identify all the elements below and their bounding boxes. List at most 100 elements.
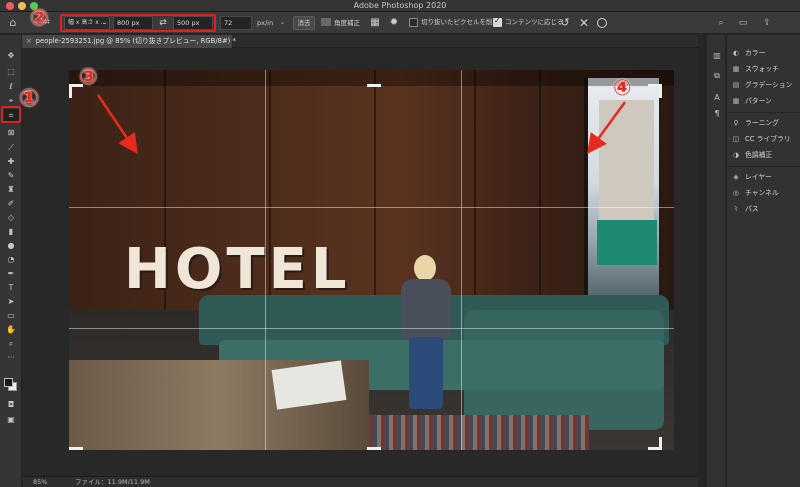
panel-item-label: チャンネル xyxy=(745,189,779,197)
color-palette-icon: ◐ xyxy=(733,49,739,57)
pattern-icon: ▦ xyxy=(732,97,740,105)
annotation-number-3: ③ xyxy=(79,65,98,90)
green-storefront xyxy=(597,220,657,265)
panel-item-patterns[interactable]: ▦ パターン xyxy=(731,95,772,108)
history-brush-tool-icon[interactable]: ✐ xyxy=(2,197,20,210)
status-bar: 85% ファイル：11.9M/11.9M xyxy=(23,476,698,487)
crop-grid-line xyxy=(69,207,674,208)
panel-item-layers[interactable]: ◈ レイヤー xyxy=(731,171,772,184)
channels-icon: ◎ xyxy=(733,189,739,197)
clone-stamp-tool-icon[interactable]: ♜ xyxy=(2,183,20,196)
type-tool-icon[interactable]: T xyxy=(2,281,20,294)
swatches-icon: ▦ xyxy=(732,65,740,73)
wall-panel-line xyxy=(539,70,541,310)
foreground-color-swatch[interactable] xyxy=(4,378,13,387)
character-panel-icon[interactable]: A xyxy=(710,91,724,104)
marquee-tool-icon[interactable]: ⬚ xyxy=(2,65,20,78)
building-outside xyxy=(599,100,654,220)
document-tab-label: people-2593251.jpg @ 85% (切り抜きプレビュー, RGB… xyxy=(35,37,236,45)
straighten-button[interactable]: 角度補正 xyxy=(321,16,361,30)
panel-item-gradients[interactable]: ▤ グラデーション xyxy=(731,79,793,92)
lasso-tool-icon[interactable]: ℓ xyxy=(2,80,20,93)
annotation-number-4: ④ xyxy=(613,76,632,101)
zoom-level[interactable]: 85% xyxy=(33,477,47,487)
workspace-icon[interactable]: ▭ xyxy=(736,15,750,31)
crop-handle-top-left-v[interactable] xyxy=(69,84,72,98)
quick-mask-icon[interactable]: ◘ xyxy=(2,398,20,411)
crop-handle-bottom[interactable] xyxy=(367,447,381,450)
brush-tool-icon[interactable]: ✎ xyxy=(2,169,20,182)
history-panel-icon[interactable]: ▥ xyxy=(710,49,724,62)
crop-handle-bottom-right-v[interactable] xyxy=(659,437,662,450)
paragraph-panel-icon[interactable]: ¶ xyxy=(710,107,724,120)
document-tab-bar: × people-2593251.jpg @ 85% (切り抜きプレビュー, RG… xyxy=(22,35,698,48)
crop-handle-bottom-left[interactable] xyxy=(69,447,83,450)
resolution-unit-select[interactable]: px/in ⌄ xyxy=(255,16,287,30)
overlay-grid-icon[interactable]: ▦ xyxy=(368,16,382,30)
screen-mode-icon[interactable]: ▣ xyxy=(2,413,20,426)
adjustments-icon: ◑ xyxy=(733,151,739,159)
properties-panel-icon[interactable]: ⧉ xyxy=(710,69,724,82)
annotation-number-1: ① xyxy=(19,84,40,112)
content-aware-checkbox[interactable] xyxy=(493,16,502,27)
app-title: Adobe Photoshop 2020 xyxy=(353,1,447,10)
document-image[interactable]: HOTEL xyxy=(69,70,674,450)
canvas-area[interactable]: HOTEL xyxy=(23,49,698,476)
panel-item-color[interactable]: ◐ カラー xyxy=(731,47,765,60)
gradient-icon: ▤ xyxy=(732,81,740,89)
lightbulb-icon: ♀ xyxy=(733,119,739,127)
hand-tool-icon[interactable]: ✋ xyxy=(2,323,20,336)
reset-icon[interactable]: ↺ xyxy=(558,15,572,31)
hotel-sign: HOTEL xyxy=(124,237,351,302)
share-icon[interactable]: ⇪ xyxy=(760,15,774,31)
healing-brush-tool-icon[interactable]: ✚ xyxy=(2,155,20,168)
person-head xyxy=(414,255,436,281)
title-bar: Adobe Photoshop 2020 xyxy=(0,0,800,12)
panel-item-paths[interactable]: ⌇ パス xyxy=(731,203,759,216)
panel-item-channels[interactable]: ◎ チャンネル xyxy=(731,187,779,200)
gear-icon[interactable]: ✹ xyxy=(387,16,401,30)
annotation-box-crop-tool xyxy=(1,106,21,123)
panel-item-label: パス xyxy=(745,205,759,213)
rectangle-tool-icon[interactable]: ▭ xyxy=(2,309,20,322)
photoshop-window: Adobe Photoshop 2020 ⌂ ⌗ 幅 x 高さ x ... ⌄ … xyxy=(0,0,800,487)
panel-item-learn[interactable]: ♀ ラーニング xyxy=(731,117,779,130)
file-info: ファイル：11.9M/11.9M xyxy=(75,478,150,486)
path-selection-tool-icon[interactable]: ➤ xyxy=(2,295,20,308)
options-bar: ⌂ ⌗ 幅 x 高さ x ... ⌄ 800 px ⇄ 500 px 72 px… xyxy=(0,12,800,34)
annotation-number-2: ② xyxy=(30,6,49,31)
clear-button[interactable]: 消去 xyxy=(293,16,315,30)
resolution-unit-value: px/in xyxy=(257,19,274,27)
gradient-tool-icon[interactable]: ▮ xyxy=(2,225,20,238)
search-icon[interactable]: ⌕ xyxy=(714,15,728,31)
person-body xyxy=(401,279,451,339)
zoom-tool-icon[interactable]: ⌕ xyxy=(2,337,20,350)
document-tab[interactable]: × people-2593251.jpg @ 85% (切り抜きプレビュー, RG… xyxy=(22,35,236,48)
eraser-tool-icon[interactable]: ◇ xyxy=(2,211,20,224)
more-tools-icon[interactable]: ··· xyxy=(2,351,20,364)
dodge-tool-icon[interactable]: ◔ xyxy=(2,253,20,266)
delete-pixels-checkbox[interactable] xyxy=(409,18,418,27)
panel-item-label: 色調補正 xyxy=(745,151,773,159)
crop-grid-line xyxy=(265,70,266,450)
move-tool-icon[interactable]: ✥ xyxy=(2,49,20,62)
content-aware-label: コンテンツに応じる xyxy=(505,18,564,26)
panel-item-swatches[interactable]: ▦ スウォッチ xyxy=(731,63,779,76)
panel-item-libraries[interactable]: ◫ CC ライブラリ xyxy=(731,133,791,146)
cancel-icon[interactable]: ✕ xyxy=(577,15,591,31)
panels-dock: ◐ カラー ▦ スウォッチ ▤ グラデーション ▦ パターン ♀ ラーニング ◫ CC ライ… xyxy=(727,35,800,487)
delete-pixels-label: 切り抜いたピクセルを削除 xyxy=(421,18,499,26)
frame-tool-icon[interactable]: ⊠ xyxy=(2,126,20,139)
crop-handle-top[interactable] xyxy=(367,84,381,87)
resolution-input[interactable]: 72 xyxy=(220,16,252,30)
annotation-box-dimensions xyxy=(60,14,216,32)
pen-tool-icon[interactable]: ✒ xyxy=(2,267,20,280)
close-tab-icon[interactable]: × xyxy=(26,37,32,45)
commit-icon[interactable] xyxy=(597,18,607,28)
blur-tool-icon[interactable]: ● xyxy=(2,239,20,252)
eyedropper-tool-icon[interactable]: ⟋ xyxy=(2,141,20,154)
home-icon[interactable]: ⌂ xyxy=(6,16,20,30)
panel-item-label: レイヤー xyxy=(745,173,772,181)
crop-handle-top-right-v[interactable] xyxy=(659,84,662,98)
panel-item-adjustments[interactable]: ◑ 色調補正 xyxy=(731,149,772,162)
